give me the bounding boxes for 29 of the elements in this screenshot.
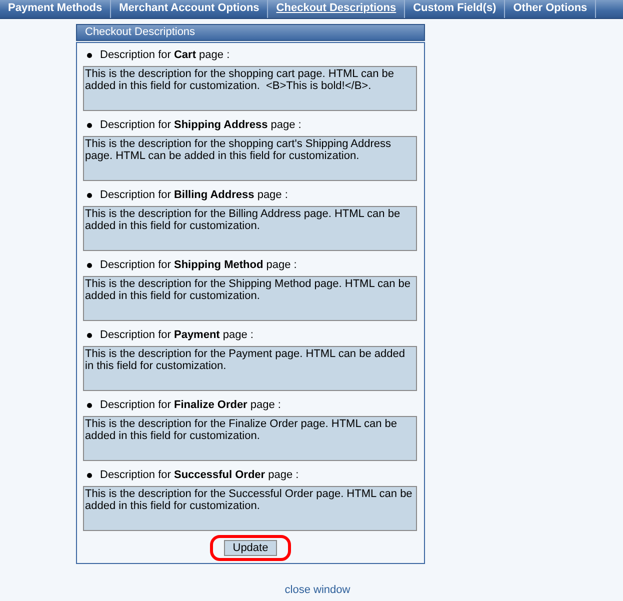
bullet-icon <box>87 472 92 478</box>
description-field[interactable]: This is the description for the shopping cart's Shipping Address page. HTML can be added in this field for customization. <box>83 136 417 181</box>
field-label: Description for Finalize Order page : <box>100 399 281 411</box>
field-label: Description for Shipping Address page : <box>100 119 302 131</box>
close-window-link[interactable]: close window <box>272 584 350 596</box>
tab[interactable]: Payment Methods <box>0 0 112 18</box>
description-field[interactable]: This is the description for the Shipping Method page. HTML can be added in this field for customization. <box>83 276 417 321</box>
field-label: Description for Successful Order page : <box>100 469 299 481</box>
bullet-icon <box>87 192 92 198</box>
description-field[interactable]: This is the description for the Finalize Order page. HTML can be added in this field for customization. <box>83 416 417 461</box>
update-button[interactable]: Update <box>224 540 278 556</box>
description-field[interactable]: This is the description for the Successful Order page. HTML can be added in this field for customization. <box>83 486 417 531</box>
description-field[interactable]: This is the description for the shopping cart page. HTML can be added in this field for customization. <B>This is bold!</B>. <box>83 66 417 111</box>
field-label: Description for Cart page : <box>100 49 230 61</box>
bullet-icon <box>87 332 92 338</box>
tab[interactable]: Merchant Account Options <box>111 0 268 18</box>
bullet-icon <box>87 122 92 128</box>
panel-title: Checkout Descriptions <box>76 24 425 41</box>
description-field[interactable]: This is the description for the Billing Address page. HTML can be added in this field for customization. <box>83 206 417 251</box>
bullet-icon <box>87 262 92 268</box>
bullet-icon <box>87 402 92 408</box>
tab[interactable]: Custom Field(s) <box>405 0 506 18</box>
field-label: Description for Billing Address page : <box>100 189 288 201</box>
field-label: Description for Shipping Method page : <box>100 259 297 271</box>
bullet-icon <box>87 52 92 58</box>
tab[interactable]: Checkout Descriptions <box>268 0 406 18</box>
field-label: Description for Payment page : <box>100 329 254 341</box>
tab[interactable]: Other Options <box>505 0 596 18</box>
description-field[interactable]: This is the description for the Payment page. HTML can be added in this field for customization. <box>83 346 417 391</box>
